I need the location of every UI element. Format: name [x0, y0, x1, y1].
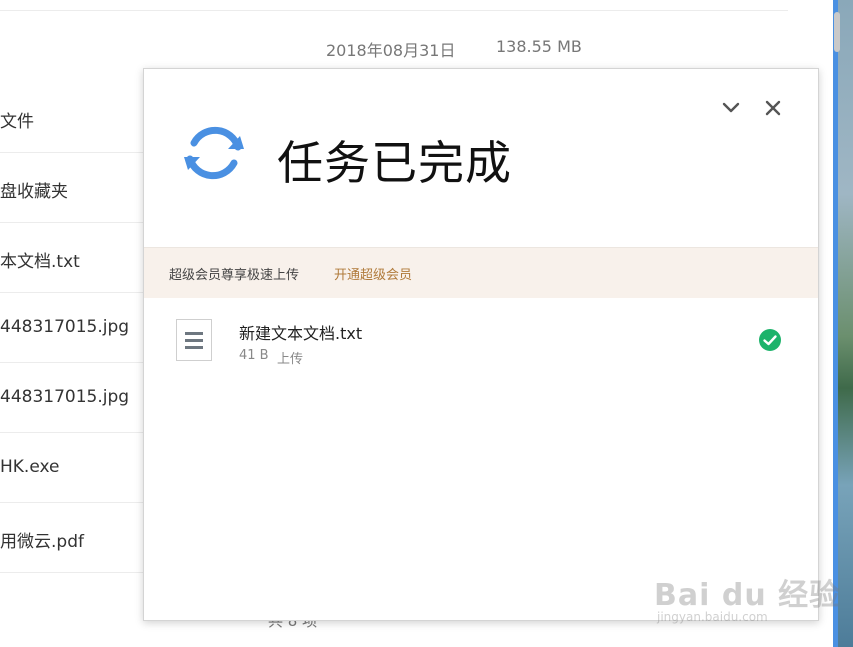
promo-banner: 超级会员尊享极速上传 开通超级会员 [144, 247, 818, 298]
dialog-title: 任务已完成 [277, 136, 512, 190]
list-item-name: 用微云.pdf [0, 532, 84, 552]
file-name: 新建文本文档.txt [239, 324, 363, 343]
list-item-name: 本文档.txt [0, 252, 80, 272]
list-item[interactable]: 文件 [0, 82, 160, 153]
divider [0, 10, 788, 11]
sync-icon [184, 126, 244, 180]
file-size: 138.55 MB [496, 37, 582, 56]
desktop-background [833, 0, 853, 647]
list-item-name: 盘收藏夹 [0, 182, 68, 202]
window-edge [833, 0, 838, 647]
watermark-brand: Bai du 经验 [654, 578, 841, 613]
scrollbar-thumb[interactable] [834, 12, 840, 52]
list-item-name: 448317015.jpg [0, 387, 130, 407]
upgrade-vip-link[interactable]: 开通超级会员 [334, 264, 412, 283]
list-item[interactable]: 盘收藏夹 [0, 152, 160, 223]
promo-text: 超级会员尊享极速上传 [169, 268, 300, 283]
list-item[interactable]: HK.exe [0, 432, 160, 503]
list-item[interactable]: 用微云.pdf [0, 502, 160, 573]
upload-complete-dialog: 任务已完成 超级会员尊享极速上传 开通超级会员 新建文本文档.txt 41 B … [143, 68, 819, 621]
list-item[interactable]: 448317015.jpg [0, 362, 160, 433]
file-action: 上传 [277, 352, 304, 367]
list-item-name: 文件 [0, 112, 34, 132]
chevron-down-icon[interactable] [720, 97, 742, 119]
file-date: 2018年08月31日 [326, 41, 456, 60]
file-size: 41 B [239, 348, 269, 363]
document-icon [176, 319, 212, 361]
close-icon[interactable] [762, 97, 784, 119]
list-item[interactable]: 本文档.txt [0, 222, 160, 293]
list-item-name: HK.exe [0, 457, 60, 477]
list-item[interactable]: 448317015.jpg [0, 292, 160, 363]
watermark-url: jingyan.baidu.com [657, 610, 768, 624]
upload-file-item[interactable]: 新建文本文档.txt 41 B 上传 [144, 309, 818, 371]
check-circle-icon [759, 329, 781, 351]
list-item-name: 448317015.jpg [0, 317, 130, 337]
